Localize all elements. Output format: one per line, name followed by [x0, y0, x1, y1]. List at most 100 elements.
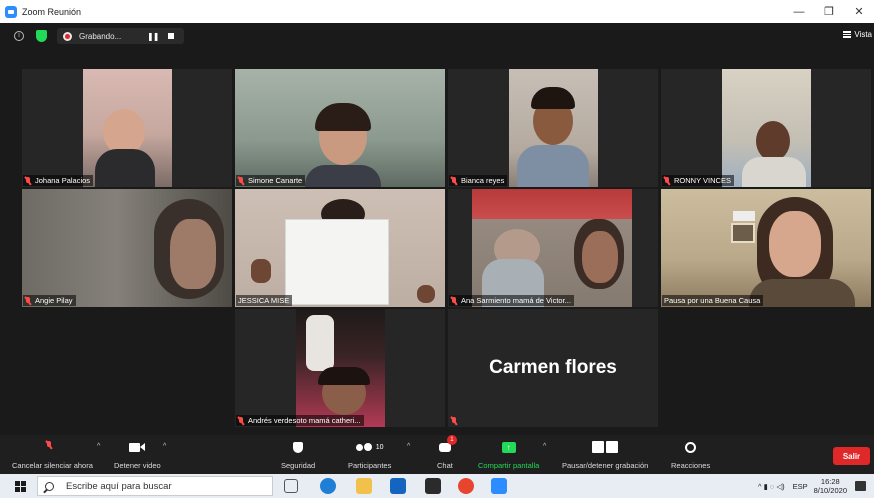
- participant-name-tag: Angie Pilay: [23, 295, 76, 306]
- participant-tile[interactable]: Bianca reyes: [448, 69, 658, 187]
- meeting-area: i Grabando... ❚❚ Vista Johana Palacios S…: [0, 23, 874, 435]
- participant-name-tag: Bianca reyes: [449, 175, 508, 186]
- security-shield-icon: [293, 441, 304, 453]
- view-button[interactable]: Vista: [843, 30, 872, 39]
- share-screen-button[interactable]: ↑ Compartir pantalla: [478, 438, 539, 474]
- file-explorer-icon[interactable]: [356, 478, 372, 494]
- chrome-icon[interactable]: [458, 478, 474, 494]
- close-button[interactable]: ✕: [844, 0, 874, 23]
- participant-name: JESSICA MISE: [238, 296, 290, 305]
- muted-mic-icon: [451, 176, 457, 185]
- share-screen-arrow-icon: ↑: [501, 441, 516, 453]
- zoom-window: Zoom Reunión — ❐ ✕ i Grabando... ❚❚ Vist…: [0, 0, 874, 498]
- participant-name-tag: [449, 415, 464, 426]
- participant-tile-video-off[interactable]: Carmen flores: [448, 309, 658, 427]
- video-camera-icon: [129, 438, 146, 456]
- reactions-label: Reacciones: [671, 461, 711, 470]
- participant-tile[interactable]: Simone Canarte: [235, 69, 445, 187]
- participants-options-chevron-icon[interactable]: ^: [407, 443, 410, 450]
- encryption-shield-icon[interactable]: [36, 30, 47, 42]
- muted-mic-icon: [25, 176, 31, 185]
- windows-start-icon[interactable]: [15, 480, 26, 492]
- clock-date: 8/10/2020: [813, 486, 847, 495]
- clock[interactable]: 16:28 8/10/2020: [814, 477, 847, 495]
- muted-mic-icon: [451, 416, 457, 425]
- edge-browser-icon[interactable]: [320, 478, 336, 494]
- participant-tile[interactable]: Angie Pilay: [22, 189, 232, 307]
- muted-mic-icon: [664, 176, 670, 185]
- chat-button[interactable]: 1 Chat: [437, 435, 457, 474]
- store-icon[interactable]: [425, 478, 441, 494]
- tray-icons[interactable]: ^ ▮ ◌ ◁): [758, 482, 785, 491]
- taskbar-search-box[interactable]: Escribe aquí para buscar: [37, 476, 273, 496]
- participant-display-name: Carmen flores: [489, 357, 617, 378]
- participant-name: Bianca reyes: [461, 176, 505, 185]
- stop-video-button[interactable]: Detener video: [114, 438, 161, 474]
- minimize-button[interactable]: —: [784, 0, 814, 23]
- participant-name-tag: Ana Sarmiento mamá de Victor...: [449, 295, 574, 306]
- share-options-chevron-icon[interactable]: ^: [543, 443, 546, 450]
- participant-video: [22, 189, 232, 307]
- participant-tile-active-speaker[interactable]: Pausa por una Buena Causa: [661, 189, 871, 307]
- participant-tile[interactable]: RONNY VINCES: [661, 69, 871, 187]
- stop-recording-icon[interactable]: [168, 33, 175, 39]
- video-options-chevron-icon[interactable]: ^: [163, 443, 166, 450]
- participant-name-tag: Simone Canarte: [236, 175, 306, 186]
- participant-video: [661, 189, 871, 307]
- security-button[interactable]: Seguridad: [281, 438, 315, 474]
- mail-icon[interactable]: [390, 478, 406, 494]
- participant-tile[interactable]: Ana Sarmiento mamá de Victor...: [448, 189, 658, 307]
- notifications-icon[interactable]: [855, 481, 866, 491]
- pause-recording-icon[interactable]: ❚❚: [147, 32, 159, 41]
- reactions-button[interactable]: Reacciones: [671, 438, 710, 474]
- muted-mic-icon: [238, 416, 244, 425]
- task-view-icon[interactable]: [284, 479, 298, 493]
- chat-unread-badge: 1: [446, 435, 457, 445]
- search-icon: [45, 481, 54, 491]
- smiley-icon: [685, 441, 697, 453]
- restore-button[interactable]: ❐: [814, 0, 844, 23]
- participant-tile[interactable]: JESSICA MISE: [235, 189, 445, 307]
- view-label: Vista: [854, 30, 872, 39]
- muted-mic-icon: [25, 296, 31, 305]
- participant-name: Andrés verdesoto mamá catheri...: [248, 416, 361, 425]
- language-indicator[interactable]: ESP: [793, 482, 808, 491]
- recording-control-label: Pausar/detener grabación: [562, 461, 649, 470]
- participant-video: [472, 189, 632, 307]
- participant-name: Ana Sarmiento mamá de Victor...: [461, 296, 571, 305]
- unmute-button[interactable]: Cancelar silenciar ahora: [12, 438, 93, 474]
- participants-label: Participantes: [348, 461, 392, 470]
- participant-video: [509, 69, 598, 187]
- meeting-top-bar: i Grabando... ❚❚ Vista: [0, 23, 874, 49]
- participants-button[interactable]: 10 Participantes: [348, 438, 391, 474]
- participant-video: [722, 69, 811, 187]
- participant-video: [83, 69, 172, 187]
- participant-name-tag: RONNY VINCES: [662, 175, 734, 186]
- meeting-info-icon[interactable]: i: [14, 31, 24, 41]
- audio-options-chevron-icon[interactable]: ^: [97, 443, 100, 450]
- participant-video: [235, 69, 445, 187]
- system-tray: ^ ▮ ◌ ◁) ESP 16:28 8/10/2020: [758, 474, 874, 498]
- gallery-view-icon: [843, 31, 852, 38]
- zoom-logo-icon: [5, 5, 17, 18]
- participant-name: Simone Canarte: [248, 176, 303, 185]
- leave-meeting-button[interactable]: Salir: [833, 447, 870, 465]
- recording-indicator: Grabando... ❚❚: [57, 28, 184, 44]
- participant-name: Pausa por una Buena Causa: [664, 296, 761, 305]
- participant-tile[interactable]: Johana Palacios: [22, 69, 232, 187]
- unmute-label: Cancelar silenciar ahora: [12, 461, 93, 470]
- microphone-muted-icon: [46, 440, 55, 454]
- participant-name: Johana Palacios: [35, 176, 91, 185]
- pause-stop-recording-button[interactable]: Pausar/detener grabación: [562, 438, 648, 474]
- participant-name: RONNY VINCES: [674, 176, 731, 185]
- pause-stop-icon: [592, 438, 619, 456]
- title-bar: Zoom Reunión — ❐ ✕: [0, 0, 874, 23]
- chat-bubble-icon: 1: [438, 435, 457, 456]
- participant-name-tag: Andrés verdesoto mamá catheri...: [236, 415, 364, 426]
- clock-time: 16:28: [820, 477, 840, 486]
- zoom-taskbar-icon[interactable]: [491, 478, 507, 494]
- muted-mic-icon: [451, 296, 457, 305]
- participant-tile[interactable]: Andrés verdesoto mamá catheri...: [235, 309, 445, 427]
- recording-dot-icon: [63, 31, 72, 41]
- muted-mic-icon: [238, 176, 244, 185]
